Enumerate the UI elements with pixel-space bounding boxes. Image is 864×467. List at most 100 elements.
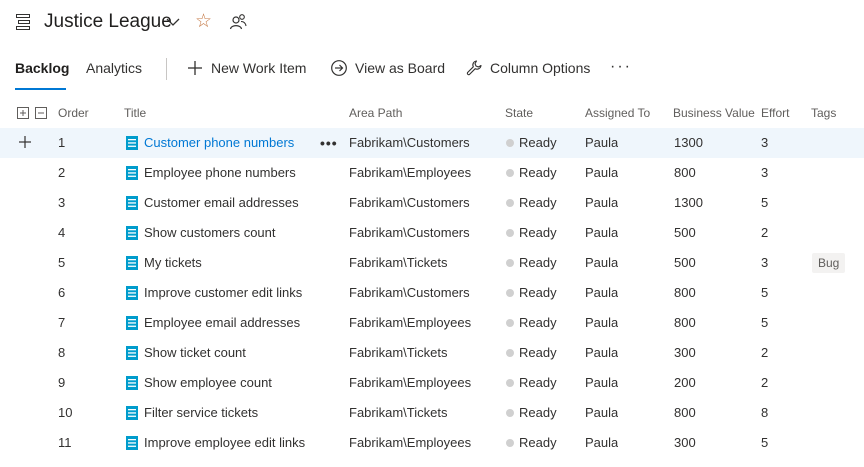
- title-link[interactable]: Improve employee edit links: [144, 428, 314, 458]
- column-header-business-value[interactable]: Business Value: [673, 98, 755, 128]
- area-path-cell: Fabrikam\Customers: [349, 135, 470, 150]
- state-cell: Ready: [519, 195, 557, 210]
- state-dot-icon: [506, 349, 514, 357]
- column-header-tags[interactable]: Tags: [811, 98, 836, 128]
- tab-backlog[interactable]: Backlog: [15, 60, 69, 76]
- effort-cell: 2: [761, 225, 769, 240]
- effort-cell: 3: [761, 255, 769, 270]
- effort-cell: 5: [761, 315, 769, 330]
- area-path-cell: Fabrikam\Employees: [349, 165, 472, 180]
- table-row[interactable]: 3 Customer email addresses Fabrikam\Custom…: [0, 188, 864, 218]
- order-cell: 4: [58, 225, 66, 240]
- assigned-to-cell: Paula: [585, 135, 619, 150]
- column-header-effort[interactable]: Effort: [761, 98, 789, 128]
- order-cell: 2: [58, 165, 66, 180]
- area-path-cell: Fabrikam\Tickets: [349, 405, 448, 420]
- state-cell: Ready: [519, 345, 557, 360]
- expand-all-icon[interactable]: [17, 107, 29, 119]
- table-row[interactable]: 4 Show customers count Fabrikam\Customers R…: [0, 218, 864, 248]
- assigned-to-cell: Paula: [585, 195, 619, 210]
- view-as-board-button[interactable]: View as Board: [355, 60, 445, 76]
- order-cell: 9: [58, 375, 66, 390]
- state-dot-icon: [506, 259, 514, 267]
- title-link[interactable]: Employee phone numbers: [144, 158, 314, 188]
- table-row[interactable]: 2 Employee phone numbers Fabrikam\Employee…: [0, 158, 864, 188]
- table-row[interactable]: 8 Show ticket count Fabrikam\Tickets Ready P…: [0, 338, 864, 368]
- title-link[interactable]: Employee email addresses: [144, 308, 314, 338]
- effort-cell: 3: [761, 165, 769, 180]
- column-options-button[interactable]: Column Options: [490, 60, 590, 76]
- effort-cell: 5: [761, 195, 769, 210]
- active-tab-indicator: [15, 88, 66, 90]
- table-row[interactable]: 9 Show employee count Fabrikam\Employees Re…: [0, 368, 864, 398]
- title-link[interactable]: Show ticket count: [144, 338, 314, 368]
- more-options-icon[interactable]: ···: [610, 58, 632, 76]
- title-link[interactable]: Filter service tickets: [144, 398, 314, 428]
- row-more-icon[interactable]: •••: [320, 128, 338, 158]
- team-name-title[interactable]: Justice League: [44, 11, 172, 33]
- column-header-state[interactable]: State: [505, 98, 533, 128]
- title-link[interactable]: Customer phone numbers: [144, 128, 314, 158]
- area-path-cell: Fabrikam\Customers: [349, 285, 470, 300]
- arrow-circle-icon[interactable]: [330, 59, 348, 77]
- effort-cell: 5: [761, 285, 769, 300]
- order-cell: 11: [58, 435, 72, 450]
- state-cell: Ready: [519, 225, 557, 240]
- assigned-to-cell: Paula: [585, 405, 619, 420]
- state-dot-icon: [506, 229, 514, 237]
- state-cell: Ready: [519, 375, 557, 390]
- star-icon[interactable]: ☆: [195, 11, 212, 33]
- state-dot-icon: [506, 409, 514, 417]
- area-path-cell: Fabrikam\Employees: [349, 435, 472, 450]
- title-link[interactable]: Improve customer edit links: [144, 278, 314, 308]
- effort-cell: 2: [761, 375, 769, 390]
- effort-cell: 2: [761, 345, 769, 360]
- people-icon[interactable]: [229, 13, 247, 31]
- area-path-cell: Fabrikam\Tickets: [349, 345, 448, 360]
- add-child-icon[interactable]: [18, 135, 32, 149]
- table-row[interactable]: 10 Filter service tickets Fabrikam\Tickets…: [0, 398, 864, 428]
- order-cell: 5: [58, 255, 66, 270]
- work-item-icon: [126, 286, 138, 300]
- effort-cell: 5: [761, 435, 769, 450]
- column-header-order[interactable]: Order: [58, 98, 89, 128]
- tab-analytics[interactable]: Analytics: [86, 60, 142, 76]
- work-item-icon: [126, 256, 138, 270]
- plus-icon[interactable]: [186, 59, 204, 77]
- work-item-icon: [126, 406, 138, 420]
- table-row[interactable]: 11 Improve employee edit links Fabrikam\Em…: [0, 428, 864, 458]
- business-value-cell: 800: [674, 315, 696, 330]
- column-header-area-path[interactable]: Area Path: [349, 98, 402, 128]
- title-link[interactable]: Show customers count: [144, 218, 314, 248]
- table-row[interactable]: 7 Employee email addresses Fabrikam\Employ…: [0, 308, 864, 338]
- state-cell: Ready: [519, 255, 557, 270]
- wrench-icon[interactable]: [465, 59, 483, 77]
- state-dot-icon: [506, 379, 514, 387]
- table-row[interactable]: 6 Improve customer edit links Fabrikam\Cus…: [0, 278, 864, 308]
- backlog-board-icon: [16, 14, 30, 30]
- business-value-cell: 300: [674, 435, 696, 450]
- business-value-cell: 800: [674, 285, 696, 300]
- collapse-all-icon[interactable]: [35, 107, 47, 119]
- table-row[interactable]: 1 Customer phone numbers ••• Fabrikam\Custo…: [0, 128, 864, 158]
- state-dot-icon: [506, 289, 514, 297]
- state-dot-icon: [506, 319, 514, 327]
- column-header-assigned-to[interactable]: Assigned To: [585, 98, 650, 128]
- state-dot-icon: [506, 439, 514, 447]
- work-item-icon: [126, 346, 138, 360]
- area-path-cell: Fabrikam\Employees: [349, 375, 472, 390]
- title-link[interactable]: Show employee count: [144, 368, 314, 398]
- work-item-icon: [126, 226, 138, 240]
- order-cell: 6: [58, 285, 66, 300]
- assigned-to-cell: Paula: [585, 315, 619, 330]
- area-path-cell: Fabrikam\Customers: [349, 195, 470, 210]
- new-work-item-button[interactable]: New Work Item: [211, 60, 306, 76]
- column-header-title[interactable]: Title: [124, 98, 146, 128]
- order-cell: 1: [58, 135, 66, 150]
- chevron-down-icon[interactable]: [166, 16, 180, 28]
- order-cell: 8: [58, 345, 66, 360]
- tag-badge[interactable]: Bug: [812, 253, 846, 273]
- title-link[interactable]: Customer email addresses: [144, 188, 314, 218]
- table-row[interactable]: 5 My tickets Fabrikam\Tickets Ready Paula 500…: [0, 248, 864, 278]
- title-link[interactable]: My tickets: [144, 248, 314, 278]
